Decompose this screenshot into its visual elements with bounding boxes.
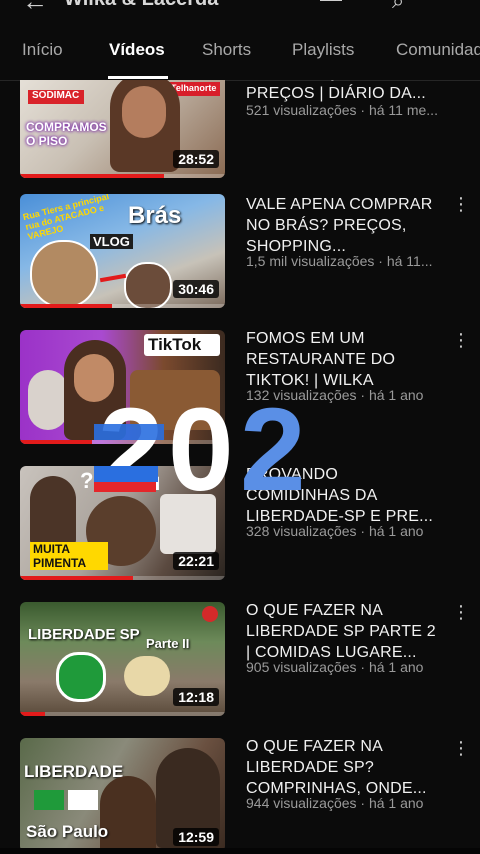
japan-flag-icon (68, 790, 98, 810)
thumb-text: TikTok (148, 335, 202, 354)
overlay-digit-2: 2 (98, 384, 164, 516)
duration-badge: 12:18 (173, 688, 219, 706)
more-options-icon[interactable]: ⋮ (452, 330, 470, 350)
video-item[interactable]: Rua Tiers a principal rua do ATACADO e V… (0, 194, 480, 314)
video-item[interactable]: SODIMAC Telhanorte COMPRAMOS O PISO 28:5… (0, 80, 480, 184)
duration-badge: 30:46 (173, 280, 219, 298)
video-meta: 1,5 mil visualizações · há 11... (246, 253, 433, 269)
duration-badge: 12:59 (173, 828, 219, 846)
person-photo (100, 776, 156, 852)
overlay-blue-bar-2 (94, 466, 158, 482)
arrow-icon (99, 273, 127, 283)
overlay-digit-2b: 2 (240, 384, 306, 516)
thumb-text: MUITA PIMENTA (30, 542, 108, 570)
person-circle (124, 262, 172, 308)
channel-title: Wilka & Lacerda (64, 0, 218, 11)
thumb-text: São Paulo (26, 822, 109, 841)
thumb-text: COMPRAMOS O PISO (26, 120, 107, 148)
overlay-digit-0: 0 (168, 384, 234, 516)
bottom-edge (0, 848, 480, 854)
duration-badge: 22:21 (173, 552, 219, 570)
person-photo (30, 476, 76, 546)
watch-progress (20, 440, 92, 444)
thumb-text: Parte II (146, 636, 190, 651)
watch-progress (20, 174, 164, 178)
more-options-icon[interactable]: ⋮ (452, 194, 470, 214)
overlay-red-bar (94, 482, 156, 492)
thumb-text: Brás (128, 202, 182, 229)
active-tab-indicator (108, 76, 168, 79)
thumb-text: SODIMAC (32, 90, 80, 101)
progress-track (20, 712, 225, 716)
overlay-year-graphic: 2 0 2 (92, 378, 322, 518)
video-thumbnail[interactable]: LIBERDADE São Paulo 12:59 (20, 738, 225, 852)
tab-shorts[interactable]: Shorts (202, 40, 251, 60)
channel-tabs: Início Vídeos Shorts Playlists Comunidad… (0, 28, 480, 81)
video-meta: 328 visualizações · há 1 ano (246, 523, 424, 539)
sodimac-logo: SODIMAC (28, 90, 84, 104)
video-meta: 905 visualizações · há 1 ano (246, 659, 424, 675)
thumb-text: LIBERDADE (24, 762, 124, 781)
duration-badge: 28:52 (173, 150, 219, 168)
flag-badge (56, 652, 106, 702)
video-meta: 521 visualizações · há 11 me... (246, 102, 438, 118)
watch-progress (20, 304, 113, 308)
watch-progress (20, 712, 45, 716)
tab-playlists[interactable]: Playlists (292, 40, 354, 60)
more-options-icon[interactable]: ⋮ (452, 602, 470, 622)
brazil-flag-icon (34, 790, 64, 810)
video-item[interactable]: LIBERDADE SP Parte II 12:18 O QUE FAZER … (0, 602, 480, 722)
video-thumbnail[interactable]: Rua Tiers a principal rua do ATACADO e V… (20, 194, 225, 308)
top-app-bar: ← Wilka & Lacerda ⌕ (0, 0, 480, 22)
thumb-text: Telhanorte (171, 83, 217, 93)
watch-progress (20, 576, 133, 580)
overlay-blue-bar (94, 424, 164, 440)
video-title[interactable]: CONSTRUÇÃO + PREÇOS | DIÁRIO DA... (246, 80, 444, 104)
tiktok-label-bg: TikTok (144, 334, 220, 356)
drink-glass (28, 370, 68, 430)
video-title[interactable]: VALE APENA COMPRAR NO BRÁS? PREÇOS, SHOP… (246, 194, 444, 257)
thumb-text: LIBERDADE SP (28, 626, 140, 643)
food-photo (124, 656, 170, 696)
tab-inicio[interactable]: Início (22, 40, 63, 60)
thumb-text: VLOG (90, 234, 133, 249)
cast-icon[interactable] (318, 0, 344, 8)
tab-comunidade[interactable]: Comunidade (396, 40, 480, 60)
search-icon[interactable]: ⌕ (392, 0, 404, 14)
number-badge (202, 606, 218, 622)
more-options-icon[interactable]: ⋮ (452, 738, 470, 758)
person-face (122, 86, 166, 138)
video-title[interactable]: O QUE FAZER NA LIBERDADE SP PARTE 2 | CO… (246, 600, 444, 663)
back-arrow-icon[interactable]: ← (22, 0, 48, 17)
video-meta: 944 visualizações · há 1 ano (246, 795, 424, 811)
video-item[interactable]: LIBERDADE São Paulo 12:59 O QUE FAZER NA… (0, 738, 480, 854)
video-thumbnail[interactable]: SODIMAC Telhanorte COMPRAMOS O PISO 28:5… (20, 80, 225, 178)
video-title[interactable]: O QUE FAZER NA LIBERDADE SP? COMPRINHAS,… (246, 736, 444, 799)
food-circle (30, 240, 98, 308)
video-thumbnail[interactable]: LIBERDADE SP Parte II 12:18 (20, 602, 225, 716)
tab-videos[interactable]: Vídeos (109, 40, 165, 60)
